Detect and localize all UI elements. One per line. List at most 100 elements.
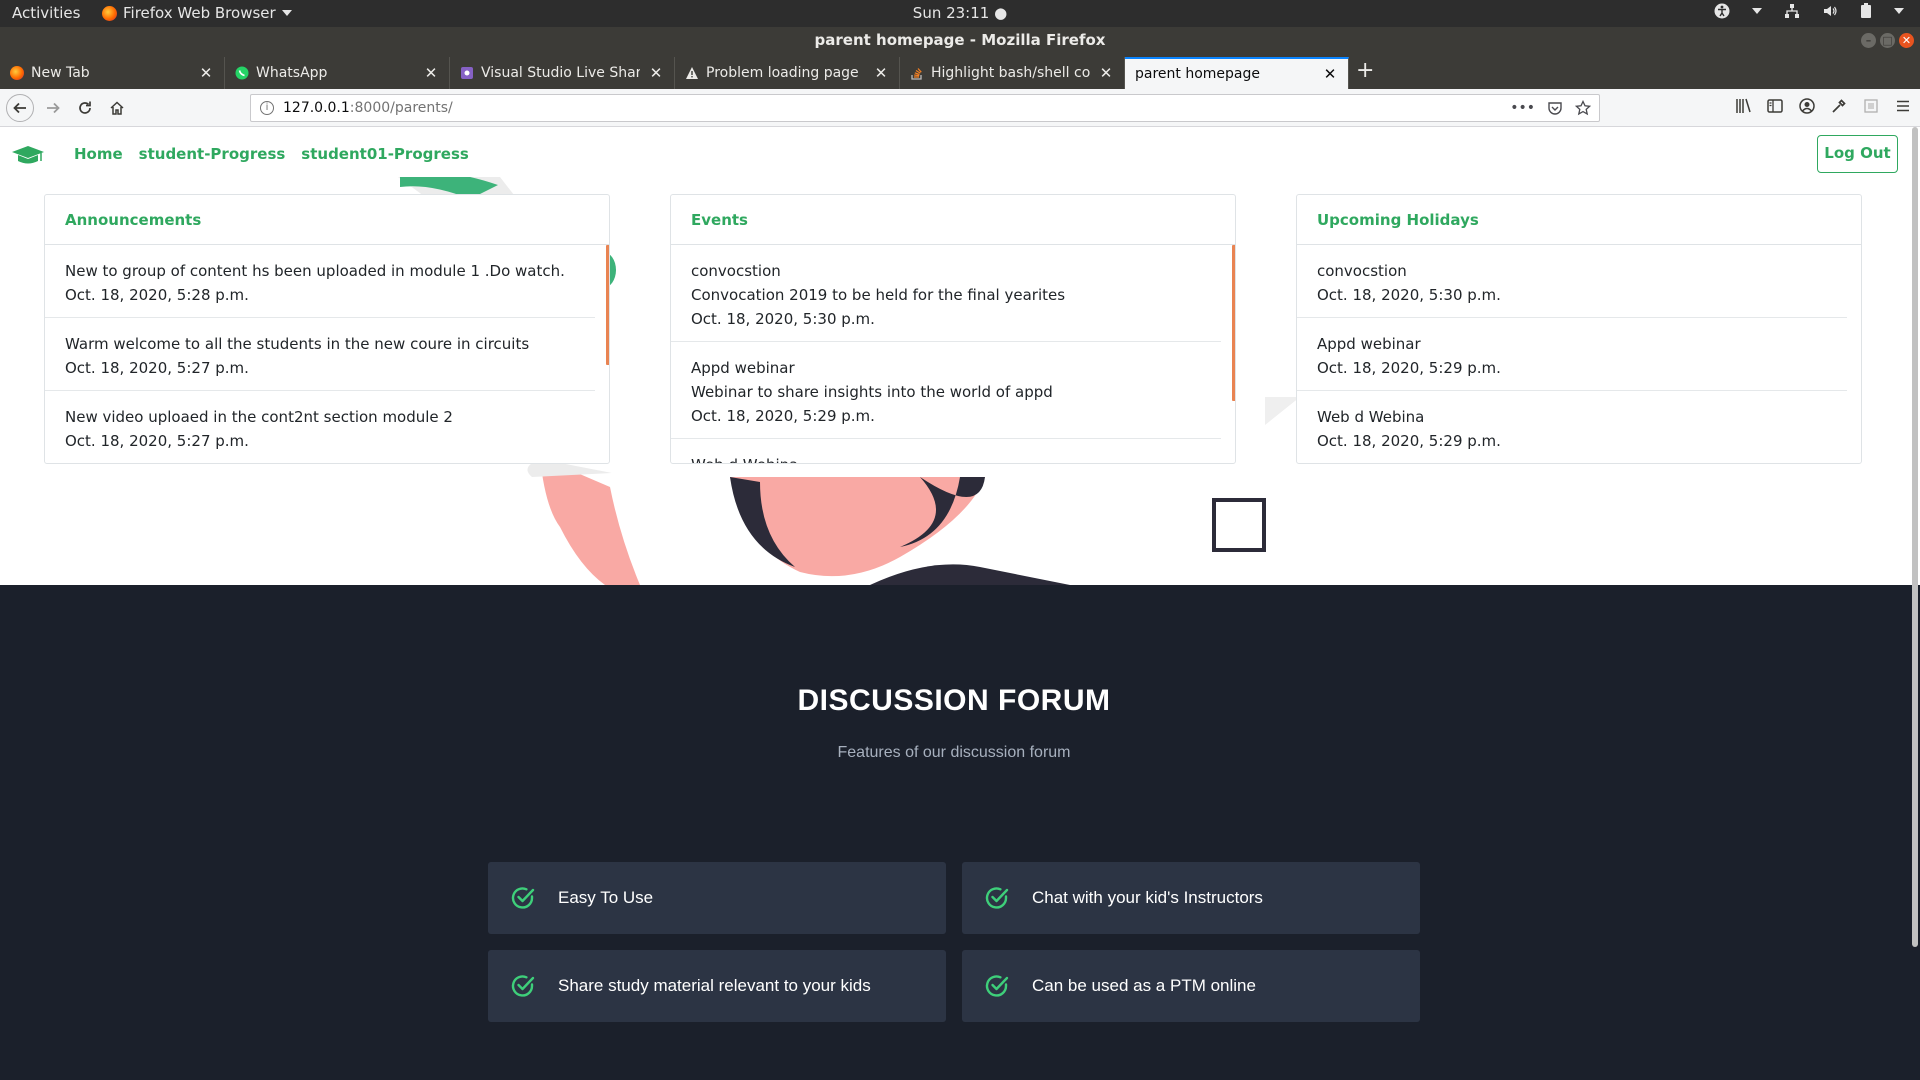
holiday-date: Oct. 18, 2020, 5:29 p.m. <box>1317 432 1501 450</box>
arrow-left-icon <box>13 102 26 114</box>
list-item: convocstion Oct. 18, 2020, 5:30 p.m. <box>1297 245 1847 318</box>
tab-label: Highlight bash/shell code <box>931 65 1090 81</box>
feature-label: Can be used as a PTM online <box>1032 976 1256 995</box>
reload-icon <box>79 101 91 114</box>
list-item: Web d Webina <box>671 439 1221 463</box>
chevron-down-icon <box>1894 8 1904 14</box>
tab-vs-live-share[interactable]: Visual Studio Live Share ✕ <box>450 57 675 89</box>
whatsapp-icon <box>235 66 249 80</box>
page-actions-icon[interactable]: ••• <box>1510 95 1535 121</box>
nav-link-student01-progress[interactable]: student01-Progress <box>301 145 469 163</box>
home-icon <box>110 101 124 115</box>
feature-label: Chat with your kid's Instructors <box>1032 888 1263 907</box>
holiday-name: Web d Webina <box>1317 408 1425 426</box>
holiday-date: Oct. 18, 2020, 5:29 p.m. <box>1317 359 1501 377</box>
navigation-toolbar: i 127.0.0.1:8000/parents/ ••• <box>0 89 1920 127</box>
card-title: Upcoming Holidays <box>1297 195 1861 245</box>
nav-link-student-progress[interactable]: student-Progress <box>139 145 286 163</box>
card-title: Events <box>671 195 1235 245</box>
stackoverflow-icon <box>911 68 922 80</box>
app-menu[interactable]: Firefox Web Browser <box>102 4 292 22</box>
forward-button[interactable] <box>40 95 66 121</box>
card-title: Announcements <box>45 195 609 245</box>
event-name: Appd webinar <box>691 359 795 377</box>
announcements-list[interactable]: New to group of content hs been uploaded… <box>45 245 609 463</box>
vs-live-share-icon <box>461 67 473 79</box>
close-icon[interactable]: ✕ <box>873 64 889 82</box>
check-circle-icon <box>511 887 535 909</box>
chevron-down-icon <box>1752 8 1762 14</box>
extension-icon[interactable] <box>1862 97 1880 115</box>
event-date: Oct. 18, 2020, 5:29 p.m. <box>691 407 875 425</box>
feature-label: Easy To Use <box>558 888 654 907</box>
pocket-icon[interactable] <box>1547 100 1563 116</box>
events-list[interactable]: convocstion Convocation 2019 to be held … <box>671 245 1235 463</box>
holiday-name: convocstion <box>1317 262 1407 280</box>
scrollbar[interactable] <box>1232 245 1235 401</box>
network-icon[interactable] <box>1784 3 1800 19</box>
page-scrollbar[interactable] <box>1912 127 1918 947</box>
list-item: convocstion Convocation 2019 to be held … <box>671 245 1221 342</box>
activities-button[interactable]: Activities <box>12 4 80 22</box>
announcement-date: Oct. 18, 2020, 5:27 p.m. <box>65 359 249 377</box>
tab-label: New Tab <box>31 65 90 81</box>
check-circle-icon <box>985 975 1009 997</box>
firefox-icon <box>10 66 24 80</box>
url-bar[interactable]: i 127.0.0.1:8000/parents/ ••• <box>250 94 1600 122</box>
events-card: Events convocstion Convocation 2019 to b… <box>670 194 1236 464</box>
scrollbar[interactable] <box>606 245 609 365</box>
account-icon[interactable] <box>1798 97 1816 115</box>
tab-label: WhatsApp <box>256 65 328 81</box>
chevron-down-icon <box>281 10 292 16</box>
list-item: Appd webinar Oct. 18, 2020, 5:29 p.m. <box>1297 318 1847 391</box>
tab-problem-loading[interactable]: Problem loading page ✕ <box>675 57 900 89</box>
close-icon[interactable]: ✕ <box>648 64 664 82</box>
home-button[interactable] <box>104 95 130 121</box>
close-icon[interactable]: ✕ <box>198 64 214 82</box>
discussion-forum-section: DISCUSSION FORUM Features of our discuss… <box>0 585 1920 1080</box>
close-icon[interactable]: ✕ <box>423 64 439 82</box>
tab-highlight-bash[interactable]: Highlight bash/shell code ✕ <box>900 57 1125 89</box>
tab-label: Problem loading page <box>706 65 859 81</box>
tab-whatsapp[interactable]: WhatsApp ✕ <box>225 57 450 89</box>
event-name: convocstion <box>691 262 781 280</box>
accessibility-icon[interactable] <box>1714 3 1730 19</box>
dropper-icon[interactable] <box>1830 97 1848 115</box>
nav-link-home[interactable]: Home <box>74 145 123 163</box>
back-button[interactable] <box>6 94 34 122</box>
sidebar-icon[interactable] <box>1766 97 1784 115</box>
volume-icon[interactable] <box>1822 3 1838 19</box>
maximize-button[interactable]: □ <box>1880 33 1895 48</box>
close-icon[interactable]: ✕ <box>1322 65 1338 83</box>
announcement-text: New video uploaed in the cont2nt section… <box>65 408 453 426</box>
feature-card: Share study material relevant to your ki… <box>488 950 946 1022</box>
reload-button[interactable] <box>72 95 98 121</box>
list-item: Appd webinar Webinar to share insights i… <box>671 342 1221 439</box>
section-subtitle: Features of our discussion forum <box>837 744 1071 761</box>
graduation-cap-icon[interactable] <box>10 144 46 166</box>
clock[interactable]: Sun 23:11 ● <box>913 4 1007 22</box>
holidays-list[interactable]: convocstion Oct. 18, 2020, 5:30 p.m. App… <box>1297 245 1861 463</box>
tab-new-tab[interactable]: New Tab ✕ <box>0 57 225 89</box>
tab-label: Visual Studio Live Share <box>481 65 640 81</box>
firefox-icon <box>102 5 117 21</box>
bookmark-star-icon[interactable] <box>1575 100 1591 116</box>
tab-parent-homepage[interactable]: parent homepage ✕ <box>1125 57 1349 89</box>
close-window-button[interactable]: ✕ <box>1899 33 1914 48</box>
logout-button[interactable]: Log Out <box>1817 135 1898 173</box>
minimize-button[interactable]: – <box>1861 33 1876 48</box>
hamburger-menu-icon[interactable] <box>1894 97 1912 115</box>
event-date: Oct. 18, 2020, 5:30 p.m. <box>691 310 875 328</box>
holiday-name: Appd webinar <box>1317 335 1421 353</box>
library-icon[interactable] <box>1734 97 1752 115</box>
new-tab-button[interactable]: + <box>1356 58 1374 83</box>
info-icon[interactable]: i <box>260 101 274 115</box>
holidays-card: Upcoming Holidays convocstion Oct. 18, 2… <box>1296 194 1862 464</box>
site-navbar: Home student-Progress student01-Progress… <box>0 127 1920 183</box>
url-host: 127.0.0.1 <box>283 100 350 116</box>
battery-icon[interactable] <box>1860 3 1872 19</box>
url-path: :8000/parents/ <box>349 100 453 116</box>
system-tray[interactable] <box>1714 3 1904 19</box>
web-page: Home student-Progress student01-Progress… <box>0 127 1920 1080</box>
close-icon[interactable]: ✕ <box>1098 64 1114 82</box>
